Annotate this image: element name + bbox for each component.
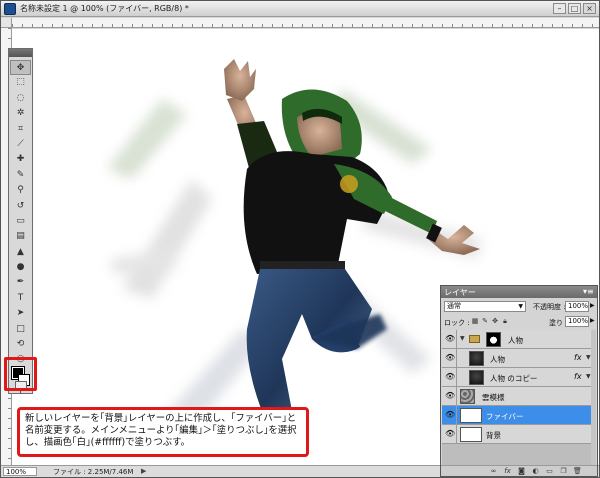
brush-icon[interactable]: ✎: [10, 168, 31, 183]
close-button[interactable]: ×: [583, 3, 596, 14]
lock-all-icon[interactable]: 🔒︎: [501, 317, 509, 326]
clone-stamp-icon[interactable]: ⚲: [10, 183, 31, 198]
layer-row[interactable]: 👁︎ 雲模様: [442, 387, 596, 406]
visibility-cell: 👁︎: [442, 368, 457, 387]
shape-icon[interactable]: □: [10, 322, 31, 337]
layers-panel-header[interactable]: レイヤー ▾≡: [441, 286, 597, 298]
fx-icon[interactable]: fx: [503, 467, 512, 476]
document-title: 名称未設定 1 @ 100% (ファイバー, RGB/8) *: [20, 4, 189, 13]
new-layer-icon[interactable]: ❐: [559, 467, 568, 476]
layer-list-scrollbar[interactable]: [591, 330, 596, 465]
visibility-cell: 👁︎: [442, 349, 457, 368]
layer-name: 背景: [486, 431, 501, 440]
lock-position-icon[interactable]: ✥: [491, 317, 499, 326]
opacity-field[interactable]: 100%: [565, 301, 589, 312]
gradient-icon[interactable]: ▤: [10, 229, 31, 244]
eye-icon[interactable]: 👁︎: [445, 430, 455, 438]
layer-list: 👁︎ ▼ 人物 👁︎ 人物 fx ▼ 👁︎ 人物 のコピー fx ▼ 👁︎ 雲模…: [442, 330, 596, 465]
minimize-button[interactable]: –: [553, 3, 566, 14]
layer-thumbnail: [469, 351, 484, 366]
tab-layers[interactable]: レイヤー: [444, 287, 476, 298]
tools-list: ✥⬚◌✲⌗⟋✚✎⚲↺▭▤▲●✒T➤□⟲◎✋⚲: [10, 60, 31, 399]
magic-wand-icon[interactable]: ✲: [10, 106, 31, 121]
blur-icon[interactable]: ▲: [10, 245, 31, 260]
move-icon[interactable]: ✥: [10, 60, 31, 76]
eye-icon[interactable]: 👁︎: [445, 373, 455, 381]
file-size-info: ファイル : 2.25M/7.46M: [53, 468, 134, 476]
folder-icon[interactable]: ▭: [545, 467, 554, 476]
lasso-icon[interactable]: ◌: [10, 91, 31, 106]
visibility-cell: 👁︎: [442, 387, 457, 406]
folder-icon: [469, 335, 480, 343]
fill-field[interactable]: 100%: [565, 316, 589, 327]
visibility-cell: 👁︎: [442, 330, 457, 349]
layer-name: 人物: [508, 336, 523, 345]
layer-row-group[interactable]: 👁︎ ▼ 人物: [442, 330, 596, 349]
opacity-label: 不透明度 :: [533, 303, 566, 311]
blend-mode-select[interactable]: 通常 ▼: [444, 301, 526, 312]
layer-mask-thumbnail[interactable]: [486, 332, 501, 347]
status-menu-arrow[interactable]: ▶: [141, 467, 146, 475]
path-selection-icon[interactable]: ➤: [10, 306, 31, 321]
pen-icon[interactable]: ✒: [10, 275, 31, 290]
photoshop-icon: [4, 3, 16, 15]
zoom-level-field[interactable]: 100%: [3, 467, 37, 476]
eraser-icon[interactable]: ▭: [10, 214, 31, 229]
eye-icon[interactable]: 👁︎: [445, 411, 455, 419]
lock-label: ロック :: [444, 319, 470, 327]
layers-panel-footer: ∞ fx ◙ ◐ ▭ ❐ 🗑︎: [441, 465, 597, 476]
eye-icon[interactable]: 👁︎: [445, 335, 455, 343]
eye-icon[interactable]: 👁︎: [445, 354, 455, 362]
visibility-cell: 👁︎: [442, 425, 457, 444]
fx-icon[interactable]: fx: [574, 353, 582, 362]
layer-name: 人物 のコピー: [490, 374, 538, 383]
layer-row[interactable]: 👁︎ 背景: [442, 425, 596, 444]
layer-row-active[interactable]: 👁︎ ファイバー: [442, 406, 596, 425]
chevron-down-icon[interactable]: ▼: [586, 373, 591, 380]
horizontal-ruler[interactable]: [12, 18, 599, 28]
caption-text: 新しいレイヤーを｢背景｣レイヤーの上に作成し、｢ファイバー｣と 名前変更する。メ…: [25, 413, 297, 448]
history-brush-icon[interactable]: ↺: [10, 199, 31, 214]
layer-row[interactable]: 👁︎ 人物 fx ▼: [442, 349, 596, 368]
chevron-down-icon[interactable]: ▼: [460, 335, 465, 342]
maximize-button[interactable]: □: [568, 3, 581, 14]
chevron-down-icon[interactable]: ▼: [586, 354, 591, 361]
tools-panel: ✥⬚◌✲⌗⟋✚✎⚲↺▭▤▲●✒T➤□⟲◎✋⚲: [8, 48, 33, 395]
crop-icon[interactable]: ⌗: [10, 122, 31, 137]
chevron-down-icon: ▼: [518, 303, 523, 310]
document-titlebar[interactable]: 名称未設定 1 @ 100% (ファイバー, RGB/8) * – □ ×: [1, 1, 599, 17]
layer-thumbnail: [460, 389, 475, 404]
lock-transparency-icon[interactable]: ▦: [471, 317, 479, 326]
layer-name: ファイバー: [486, 412, 524, 421]
trash-icon[interactable]: 🗑︎: [573, 467, 582, 476]
ruler-origin[interactable]: [1, 18, 12, 28]
fx-icon[interactable]: fx: [574, 372, 582, 381]
link-icon[interactable]: ∞: [489, 467, 498, 476]
layer-name: 人物: [490, 355, 505, 364]
marquee-icon[interactable]: ⬚: [10, 75, 31, 90]
healing-brush-icon[interactable]: ✚: [10, 152, 31, 167]
instruction-caption: 新しいレイヤーを｢背景｣レイヤーの上に作成し、｢ファイバー｣と 名前変更する。メ…: [17, 407, 309, 457]
lock-image-icon[interactable]: ✎: [481, 317, 489, 326]
dodge-icon[interactable]: ●: [10, 260, 31, 275]
eyedropper-icon[interactable]: ⟋: [10, 137, 31, 152]
tools-panel-grip[interactable]: [9, 49, 32, 57]
eye-icon[interactable]: 👁︎: [445, 392, 455, 400]
type-icon[interactable]: T: [10, 291, 31, 306]
panel-menu-button[interactable]: ▾≡: [583, 287, 594, 296]
fill-slider-arrow-icon[interactable]: ▶: [590, 317, 595, 324]
layer-thumbnail: [469, 370, 484, 385]
visibility-cell: 👁︎: [442, 406, 457, 425]
swatch-highlight-frame: [4, 357, 37, 391]
adjustment-icon[interactable]: ◐: [531, 467, 540, 476]
layer-thumbnail: [460, 427, 482, 442]
layers-panel: レイヤー ▾≡ 通常 ▼ 不透明度 : 100% ▶ ロック : ▦ ✎ ✥ 🔒…: [440, 285, 598, 477]
opacity-slider-arrow-icon[interactable]: ▶: [590, 302, 595, 309]
blend-mode-value: 通常: [447, 302, 461, 310]
layer-thumbnail: [460, 408, 482, 423]
layer-name: 雲模様: [482, 393, 505, 402]
mask-icon[interactable]: ◙: [517, 467, 526, 476]
layer-row[interactable]: 👁︎ 人物 のコピー fx ▼: [442, 368, 596, 387]
3d-rotate-icon[interactable]: ⟲: [10, 337, 31, 352]
